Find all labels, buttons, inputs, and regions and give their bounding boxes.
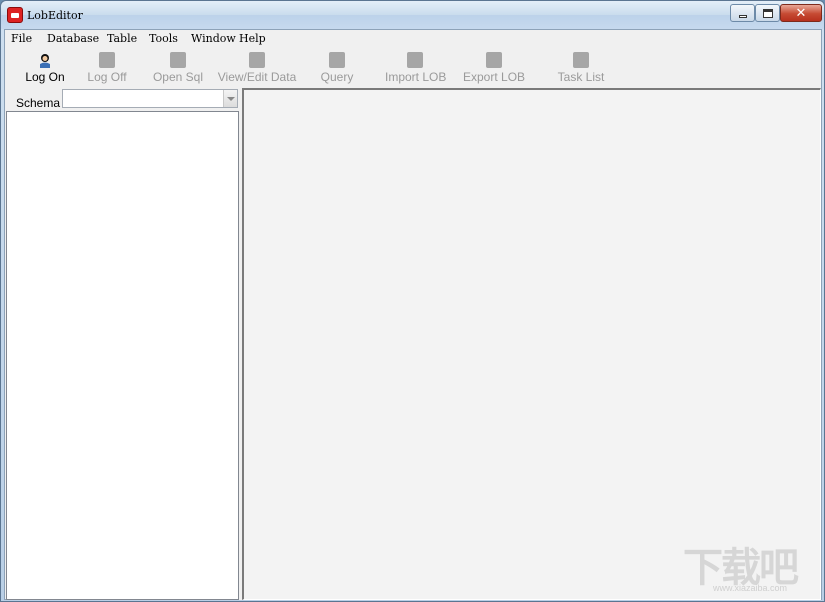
log-off-label: Log Off bbox=[87, 70, 127, 84]
app-icon[interactable] bbox=[7, 7, 23, 23]
schema-row: Schema bbox=[5, 88, 239, 110]
import-lob-label: Import LOB bbox=[385, 70, 447, 84]
task-list-button[interactable]: Task List bbox=[555, 50, 607, 84]
app-window: LobEditor ✕ File Database Table Tools Wi… bbox=[0, 0, 825, 602]
log-off-button[interactable]: Log Off bbox=[85, 50, 129, 84]
menu-bar: File Database Table Tools Window Help bbox=[5, 30, 821, 48]
toolbar: Log On Log Off Open Sql View/Edit Data Q… bbox=[5, 48, 821, 86]
view-edit-data-label: View/Edit Data bbox=[217, 70, 297, 84]
open-folder-icon bbox=[170, 52, 186, 68]
schema-combobox[interactable] bbox=[62, 89, 238, 108]
query-label: Query bbox=[320, 70, 354, 84]
close-icon: ✕ bbox=[795, 5, 807, 21]
menu-help[interactable]: Help bbox=[239, 32, 266, 45]
minimize-icon bbox=[738, 14, 747, 18]
log-on-button[interactable]: Log On bbox=[23, 50, 67, 84]
menu-database[interactable]: Database bbox=[47, 32, 99, 45]
menu-file[interactable]: File bbox=[11, 32, 32, 45]
menu-table[interactable]: Table bbox=[107, 32, 137, 45]
maximize-icon bbox=[762, 8, 773, 18]
export-icon bbox=[486, 52, 502, 68]
query-button[interactable]: Query bbox=[317, 50, 357, 84]
import-icon bbox=[407, 52, 423, 68]
log-off-icon bbox=[99, 52, 115, 68]
import-lob-button[interactable]: Import LOB bbox=[385, 50, 447, 84]
chevron-down-icon[interactable] bbox=[223, 90, 237, 107]
menu-tools[interactable]: Tools bbox=[149, 32, 178, 45]
watermark: 下载吧 www.xiazaiba.com bbox=[683, 535, 819, 597]
window-title: LobEditor bbox=[27, 9, 83, 22]
export-lob-button[interactable]: Export LOB bbox=[463, 50, 525, 84]
minimize-button[interactable] bbox=[730, 4, 755, 22]
client-area: File Database Table Tools Window Help Lo… bbox=[4, 29, 822, 600]
watermark-url: www.xiazaiba.com bbox=[713, 583, 788, 593]
query-icon bbox=[329, 52, 345, 68]
view-edit-data-button[interactable]: View/Edit Data bbox=[217, 50, 297, 84]
open-sql-label: Open Sql bbox=[152, 70, 204, 84]
log-on-icon bbox=[40, 54, 50, 68]
open-sql-button[interactable]: Open Sql bbox=[151, 50, 205, 84]
maximize-button[interactable] bbox=[755, 4, 780, 22]
export-lob-label: Export LOB bbox=[463, 70, 526, 84]
schema-label: Schema bbox=[16, 96, 61, 110]
mdi-workspace bbox=[242, 88, 821, 600]
title-bar[interactable]: LobEditor ✕ bbox=[1, 1, 824, 29]
menu-window[interactable]: Window bbox=[191, 32, 236, 45]
log-on-label: Log On bbox=[25, 70, 65, 84]
edit-document-icon bbox=[249, 52, 265, 68]
schema-tree-panel[interactable] bbox=[6, 111, 239, 600]
task-list-label: Task List bbox=[557, 70, 605, 84]
close-button[interactable]: ✕ bbox=[780, 4, 822, 22]
task-list-icon bbox=[573, 52, 589, 68]
